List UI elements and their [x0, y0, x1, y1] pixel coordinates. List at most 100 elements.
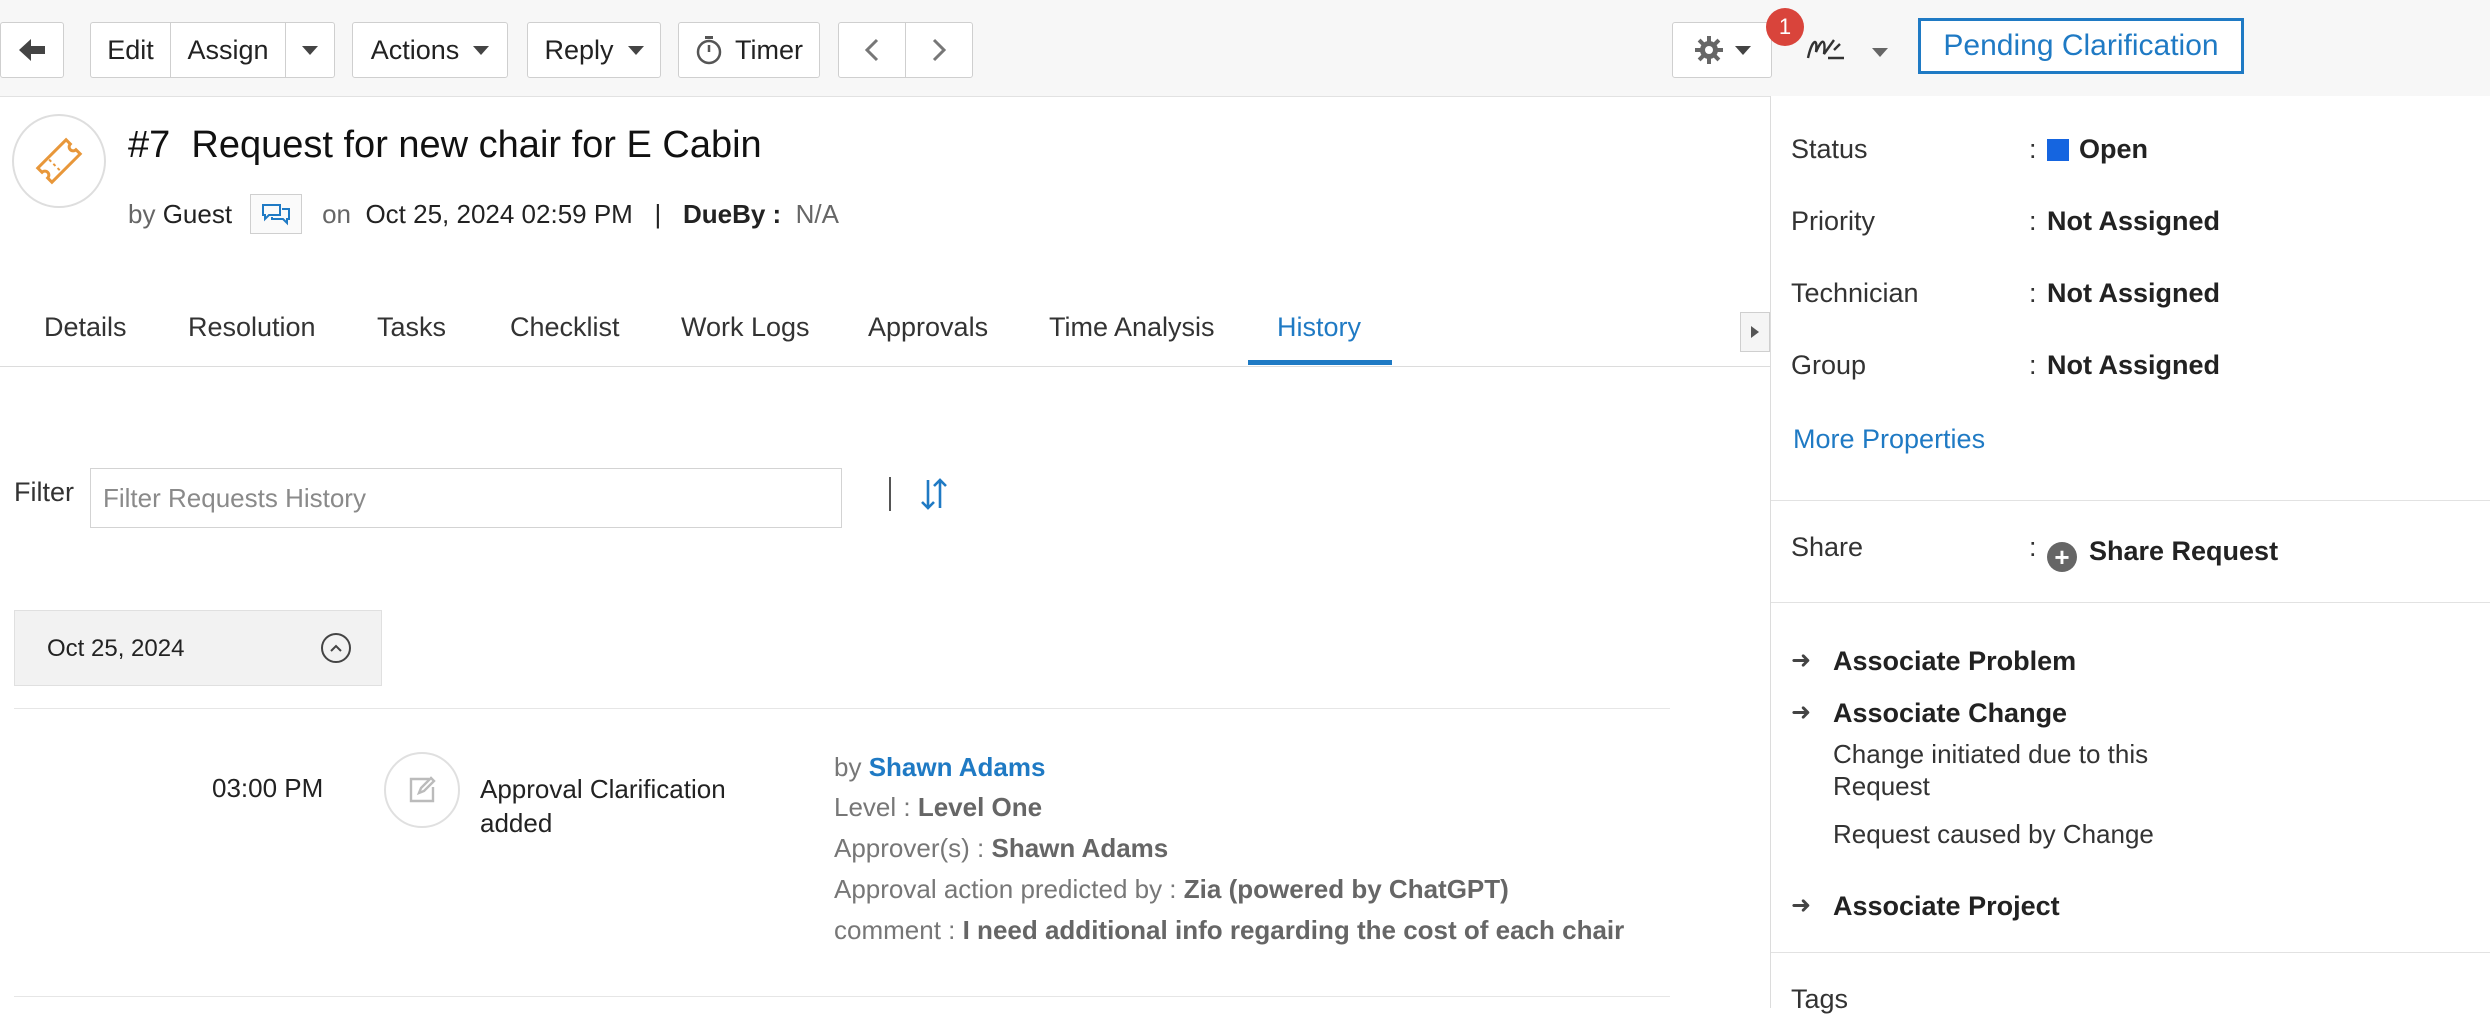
tab-details[interactable]: Details: [44, 312, 127, 343]
timer-label: Timer: [735, 34, 803, 65]
status-color-swatch: [2047, 139, 2069, 161]
entry-action: Approval Clarification added: [480, 774, 726, 838]
previous-button[interactable]: [838, 22, 906, 78]
chevron-down-icon: [627, 45, 644, 55]
gear-icon: [1695, 36, 1723, 64]
dueby-label: DueBy :: [682, 198, 782, 229]
share-request-button[interactable]: + Share Request: [2047, 536, 2278, 572]
reply-button[interactable]: Reply: [527, 22, 661, 78]
level-value: Level One: [917, 792, 1043, 822]
associate-project-link[interactable]: Associate Project: [1833, 891, 2060, 922]
filter-input[interactable]: [90, 468, 842, 528]
caused-by-change-option[interactable]: Request caused by Change: [1833, 818, 2154, 850]
entry-predicted: Approval action predicted by : Zia (powe…: [834, 874, 1509, 905]
collapse-panel-button[interactable]: [1740, 312, 1770, 352]
tab-resolution[interactable]: Resolution: [188, 312, 316, 343]
arrow-right-icon: ➜: [1791, 647, 1812, 674]
divider: [14, 996, 1670, 997]
status-text: Open: [2079, 134, 2149, 164]
technician-value[interactable]: Not Assigned: [2047, 278, 2220, 309]
filter-divider: [889, 477, 891, 511]
sort-toggle-button[interactable]: [918, 474, 950, 519]
collapse-up-icon[interactable]: [321, 633, 351, 663]
date-group-header[interactable]: Oct 25, 2024: [14, 610, 382, 686]
chevron-down-icon: [1735, 45, 1751, 55]
chevron-down-icon: [302, 45, 318, 55]
tab-history[interactable]: History: [1277, 312, 1361, 343]
level-label: Level :: [834, 792, 911, 822]
arrow-right-icon: ➜: [1791, 892, 1812, 919]
entry-by-link[interactable]: Shawn Adams: [869, 752, 1046, 782]
stopwatch-icon: [696, 36, 722, 65]
tab-bar: Details Resolution Tasks Checklist Work …: [0, 312, 1770, 367]
priority-value[interactable]: Not Assigned: [2047, 206, 2220, 237]
signature-button[interactable]: [1804, 30, 1848, 71]
signature-dropdown-icon[interactable]: [1872, 48, 1888, 57]
associate-change-link[interactable]: Associate Change: [1833, 698, 2067, 729]
notification-badge: 1: [1766, 8, 1804, 46]
meta-separator: |: [654, 198, 662, 229]
properties-panel: Status : Open Priority : Not Assigned Te…: [1770, 96, 2490, 1014]
entry-level: Level : Level One: [834, 792, 1042, 823]
colon: :: [2029, 532, 2037, 562]
change-initiated-option[interactable]: Change initiated due to this Request: [1833, 738, 2233, 802]
chevron-right-icon: [932, 38, 947, 62]
caret-right-icon: [1751, 326, 1759, 338]
timer-button[interactable]: Timer: [678, 22, 820, 78]
chevron-down-icon: [473, 45, 490, 55]
colon: :: [2029, 134, 2037, 164]
actions-label: Actions: [370, 34, 460, 65]
tab-checklist[interactable]: Checklist: [510, 312, 620, 343]
requester-name: Guest: [162, 198, 233, 229]
arrow-right-icon: ➜: [1791, 699, 1812, 726]
request-number: #7: [128, 124, 171, 166]
divider: [14, 708, 1670, 709]
technician-label: Technician: [1791, 278, 1919, 308]
share-label: Share: [1791, 532, 1864, 562]
tab-tasks[interactable]: Tasks: [377, 312, 446, 343]
tab-approvals[interactable]: Approvals: [868, 312, 988, 343]
toolbar: Edit Assign Actions Reply Timer 1 Pendin…: [0, 0, 2490, 97]
back-arrow-icon: [19, 39, 45, 61]
tab-time-analysis[interactable]: Time Analysis: [1049, 312, 1215, 343]
status-value[interactable]: Open: [2047, 134, 2148, 165]
ticket-icon: [35, 137, 83, 185]
ticket-icon-circle: [12, 114, 106, 208]
back-button[interactable]: [0, 22, 64, 78]
on-label: on: [322, 198, 351, 229]
date-group-label: Oct 25, 2024: [47, 635, 185, 662]
entry-comment: comment : I need additional info regardi…: [834, 915, 1624, 946]
edit-button[interactable]: Edit: [90, 22, 170, 78]
predicted-value: Zia (powered by ChatGPT): [1183, 874, 1509, 904]
comment-value: I need additional info regarding the cos…: [962, 915, 1625, 945]
tags-label: Tags: [1791, 984, 1849, 1014]
share-request-label: Share Request: [2089, 536, 2279, 566]
request-title-text: Request for new chair for E Cabin: [191, 124, 762, 166]
edit-icon: [409, 776, 436, 803]
chat-icon: [262, 204, 291, 226]
plus-icon: +: [2047, 542, 2077, 572]
actions-button[interactable]: Actions: [352, 22, 508, 78]
by-label: by: [834, 752, 862, 782]
colon: :: [2029, 278, 2037, 308]
assign-button[interactable]: Assign: [170, 22, 286, 78]
status-button[interactable]: Pending Clarification: [1918, 18, 2244, 74]
group-value[interactable]: Not Assigned: [2047, 350, 2220, 381]
dueby-value: N/A: [795, 198, 839, 229]
request-meta: by Guest on Oct 25, 2024 02:59 PM | DueB…: [128, 194, 839, 234]
divider: [1771, 602, 2490, 603]
entry-approvers: Approver(s) : Shawn Adams: [834, 833, 1168, 864]
colon: :: [2029, 206, 2037, 236]
conversation-button[interactable]: [250, 194, 303, 234]
more-properties-link[interactable]: More Properties: [1793, 424, 1985, 455]
sort-icon: [921, 478, 947, 510]
next-button[interactable]: [905, 22, 973, 78]
priority-label: Priority: [1791, 206, 1876, 236]
active-tab-indicator: [1248, 360, 1392, 365]
divider: [1771, 952, 2490, 953]
assign-dropdown-button[interactable]: [285, 22, 335, 78]
approvers-label: Approver(s) :: [834, 833, 985, 863]
settings-button[interactable]: [1672, 22, 1772, 78]
tab-work-logs[interactable]: Work Logs: [681, 312, 810, 343]
associate-problem-link[interactable]: Associate Problem: [1833, 646, 2076, 677]
